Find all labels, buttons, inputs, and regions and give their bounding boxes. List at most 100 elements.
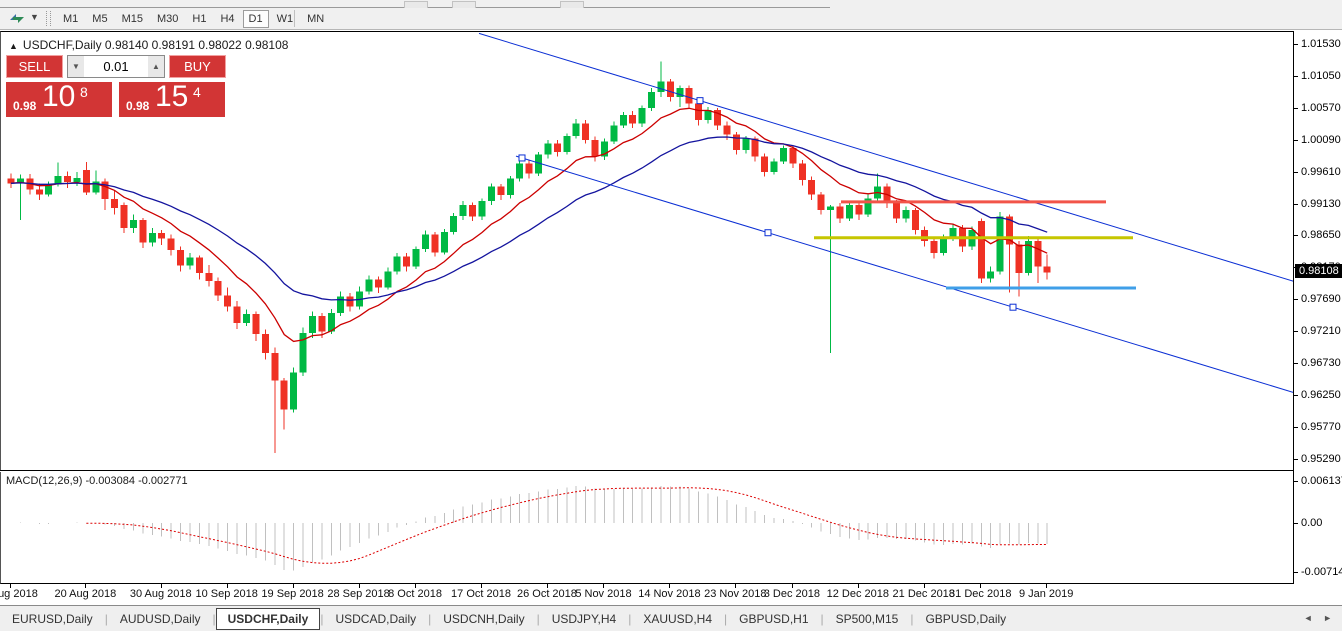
chart-tab-GBPUSD-H1[interactable]: GBPUSD,H1 (727, 608, 820, 630)
date-label: 3 Dec 2018 (764, 588, 820, 600)
sell-button[interactable]: SELL (6, 55, 63, 78)
timeframe-button-MN[interactable]: MN (301, 10, 330, 28)
chart-tab-GBPUSD-Daily[interactable]: GBPUSD,Daily (913, 608, 1018, 630)
price-tick-label: 1.00570 (1301, 102, 1341, 114)
trendline-handle[interactable] (1010, 304, 1016, 310)
macd-pane[interactable]: MACD(12,26,9) -0.003084 -0.002771 (0, 472, 1294, 584)
trendline-handle[interactable] (765, 230, 771, 236)
date-label: 23 Nov 2018 (704, 588, 766, 600)
date-label: 20 Aug 2018 (54, 588, 116, 600)
axis-tick (1294, 140, 1298, 141)
chart-tab-USDCHF-Daily[interactable]: USDCHF,Daily (216, 608, 321, 630)
candlestick-series (8, 62, 1051, 454)
chart-title-text: USDCHF,Daily 0.98140 0.98191 0.98022 0.9… (23, 38, 289, 52)
timeframe-button-H1[interactable]: H1 (186, 10, 212, 28)
macd-tick-label: 0.006137 (1301, 475, 1342, 487)
toolbar-grip[interactable] (46, 11, 51, 26)
price-tick-label: 0.99130 (1301, 198, 1341, 210)
chart-tool-dropdown-caret[interactable]: ▼ (30, 12, 39, 22)
chart-tab-USDCAD-Daily[interactable]: USDCAD,Daily (323, 608, 428, 630)
axis-tick (1294, 44, 1298, 45)
chart-window: ▲ USDCHF,Daily 0.98140 0.98191 0.98022 0.… (0, 30, 1342, 631)
current-price-badge: 0.98108 (1295, 264, 1342, 278)
macd-indicator-label: MACD(12,26,9) -0.003084 -0.002771 (6, 475, 188, 487)
date-label: 30 Aug 2018 (130, 588, 192, 600)
macd-histogram (11, 486, 1047, 571)
time-axis[interactable]: 8 Aug 2018 20 Aug 2018 30 Aug 201810 Sep 2… (0, 584, 1342, 605)
timeframe-button-M30[interactable]: M30 (151, 10, 184, 28)
trendline-handle[interactable] (697, 98, 703, 104)
timeframe-button-M5[interactable]: M5 (86, 10, 113, 28)
date-label: 31 Dec 2018 (949, 588, 1011, 600)
volume-stepper: ▼ ▲ (67, 55, 165, 78)
axis-tick (1294, 331, 1298, 332)
chart-tab-AUDUSD-Daily[interactable]: AUDUSD,Daily (108, 608, 213, 630)
timeframes-toolbar: ▼ M1M5M15M30H1H4D1W1MN (0, 8, 1342, 30)
price-tick-label: 0.96730 (1301, 357, 1341, 369)
timeframe-button-H4[interactable]: H4 (214, 10, 240, 28)
macd-chart-canvas[interactable] (1, 472, 1294, 583)
price-pane[interactable]: ▲ USDCHF,Daily 0.98140 0.98191 0.98022 0.… (0, 31, 1294, 471)
chart-profiles-icon[interactable] (8, 11, 26, 26)
buy-price-point: 4 (193, 84, 201, 100)
axis-tick (1294, 395, 1298, 396)
axis-tick (1294, 523, 1298, 524)
chart-tab-bar: EURUSD,Daily|AUDUSD,Daily|USDCHF,Daily|U… (0, 605, 1342, 631)
date-label: 9 Jan 2019 (1019, 588, 1073, 600)
price-tick-label: 0.97210 (1301, 325, 1341, 337)
mt4-terminal-window: ▼ M1M5M15M30H1H4D1W1MN ▲ USDCHF,Daily 0.9… (0, 0, 1342, 631)
date-label: 17 Oct 2018 (451, 588, 511, 600)
axis-tick (1294, 235, 1298, 236)
sell-price-tile[interactable]: 0.98 10 8 (6, 82, 112, 117)
date-label: 19 Sep 2018 (261, 588, 323, 600)
channel-lower-trendline (516, 156, 1294, 392)
volume-decrease-button[interactable]: ▼ (68, 56, 84, 77)
date-label: 5 Nov 2018 (575, 588, 631, 600)
date-label: 8 Aug 2018 (0, 588, 38, 600)
buy-price-pips: 15 (155, 80, 188, 114)
chart-tab-XAUUSD-H4[interactable]: XAUUSD,H4 (631, 608, 724, 630)
axis-tick (1294, 481, 1298, 482)
date-label: 28 Sep 2018 (327, 588, 389, 600)
tab-nav-right-icon[interactable]: ► (1323, 613, 1336, 623)
price-tick-label: 1.01530 (1301, 38, 1341, 50)
price-tick-label: 0.97690 (1301, 293, 1341, 305)
pane-divider[interactable] (0, 470, 1293, 471)
chart-tab-USDJPY-H4[interactable]: USDJPY,H4 (540, 608, 628, 630)
toolbar-separator (294, 10, 295, 27)
timeframe-buttons: M1M5M15M30H1H4D1W1MN (56, 9, 331, 28)
ma-fast-line (11, 108, 1047, 341)
axis-tick (1294, 76, 1298, 77)
date-label: 12 Dec 2018 (827, 588, 889, 600)
timeframe-button-M1[interactable]: M1 (57, 10, 84, 28)
tab-nav-left-icon[interactable]: ◄ (1304, 613, 1317, 623)
chart-title: ▲ USDCHF,Daily 0.98140 0.98191 0.98022 0.… (9, 38, 288, 52)
sell-price-point: 8 (80, 84, 88, 100)
buy-price-tile[interactable]: 0.98 15 4 (119, 82, 225, 117)
chart-tab-EURUSD-Daily[interactable]: EURUSD,Daily (0, 608, 105, 630)
axis-tick (1294, 427, 1298, 428)
date-label: 10 Sep 2018 (195, 588, 257, 600)
channel-upper-trendline (479, 33, 1294, 281)
axis-tick (1294, 459, 1298, 460)
buy-button[interactable]: BUY (169, 55, 226, 78)
price-tick-label: 0.98650 (1301, 229, 1341, 241)
price-tick-label: 0.95290 (1301, 453, 1341, 465)
chart-tab-USDCNH-Daily[interactable]: USDCNH,Daily (431, 608, 536, 630)
chart-tabs: EURUSD,Daily|AUDUSD,Daily|USDCHF,Daily|U… (0, 608, 1018, 630)
sell-price-base: 0.98 (13, 99, 36, 113)
trendline-handle[interactable] (519, 155, 525, 161)
price-tick-label: 0.95770 (1301, 421, 1341, 433)
timeframe-button-M15[interactable]: M15 (116, 10, 149, 28)
price-tick-label: 1.01050 (1301, 70, 1341, 82)
chart-tab-SP500-M15[interactable]: SP500,M15 (824, 608, 911, 630)
price-tick-label: 1.00090 (1301, 134, 1341, 146)
volume-input[interactable] (84, 56, 148, 77)
price-tick-label: 0.96250 (1301, 389, 1341, 401)
price-axis[interactable]: 1.015301.010501.005701.000900.996100.991… (1293, 31, 1342, 583)
collapse-triangle-icon[interactable]: ▲ (9, 41, 18, 51)
buy-price-base: 0.98 (126, 99, 149, 113)
axis-tick (1294, 572, 1298, 573)
timeframe-button-D1[interactable]: D1 (243, 10, 269, 28)
volume-increase-button[interactable]: ▲ (148, 56, 164, 77)
